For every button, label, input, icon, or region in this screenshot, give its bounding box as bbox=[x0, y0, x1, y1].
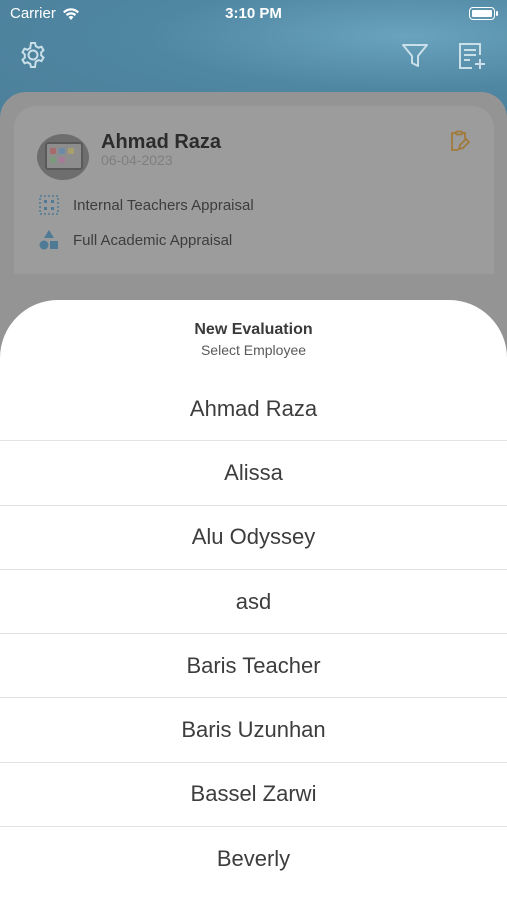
avatar bbox=[37, 134, 89, 180]
card-date: 06-04-2023 bbox=[101, 152, 173, 168]
shapes-icon bbox=[39, 230, 58, 250]
edit-clipboard-icon bbox=[451, 130, 471, 151]
grid-icon bbox=[39, 195, 59, 215]
new-evaluation-button[interactable] bbox=[456, 40, 486, 70]
employee-option[interactable]: Beverly bbox=[0, 827, 507, 891]
employee-list: Ahmad Raza Alissa Alu Odyssey asd Baris … bbox=[0, 377, 507, 891]
card-appraisal-type: Internal Teachers Appraisal bbox=[38, 194, 254, 216]
filter-button[interactable] bbox=[400, 40, 430, 70]
employee-option[interactable]: Alissa bbox=[0, 441, 507, 506]
employee-option[interactable]: asd bbox=[0, 570, 507, 635]
sheet-subtitle: Select Employee bbox=[200, 342, 307, 358]
battery-icon bbox=[469, 7, 498, 20]
card-appraisal-template: Full Academic Appraisal bbox=[38, 229, 232, 251]
filter-icon bbox=[402, 44, 428, 67]
avatar-illustration bbox=[45, 142, 83, 170]
add-document-icon bbox=[459, 43, 485, 69]
edit-button[interactable] bbox=[448, 130, 471, 152]
gear-icon bbox=[21, 42, 45, 68]
appraisal-template-label: Full Academic Appraisal bbox=[73, 231, 233, 249]
card-employee-name: Ahmad Raza bbox=[101, 131, 222, 153]
employee-option[interactable]: Bassel Zarwi bbox=[0, 763, 507, 828]
employee-option[interactable]: Ahmad Raza bbox=[0, 377, 507, 442]
sheet-title: New Evaluation bbox=[194, 321, 313, 338]
appraisal-type-label: Internal Teachers Appraisal bbox=[73, 196, 254, 214]
status-time: 3:10 PM bbox=[225, 5, 282, 22]
status-bar: Carrier 3:10 PM bbox=[0, 0, 507, 30]
employee-option[interactable]: Alu Odyssey bbox=[0, 506, 507, 570]
settings-button[interactable] bbox=[18, 40, 48, 70]
employee-option[interactable]: Baris Teacher bbox=[0, 634, 507, 699]
employee-option[interactable]: Baris Uzunhan bbox=[0, 698, 507, 763]
